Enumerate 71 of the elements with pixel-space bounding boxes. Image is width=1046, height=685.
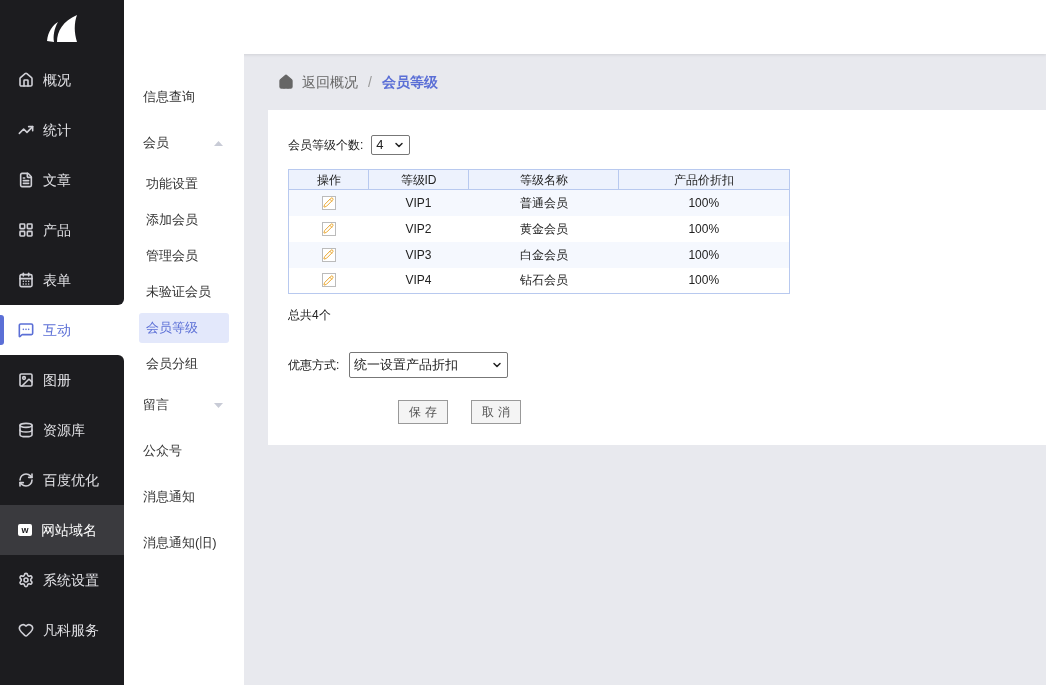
nav-item[interactable]: 百度优化 [0,455,124,505]
home-icon [18,72,34,88]
total-count: 总共4个 [288,307,332,324]
column-header: 产品价折扣 [674,172,734,187]
submenu-item[interactable]: 管理会员 [139,241,229,271]
table-cell: 钻石会员 [519,273,568,288]
pencil-icon [323,274,335,286]
heart-icon [18,622,34,638]
database-icon [18,422,34,438]
field-label: 优惠方式: [288,357,340,374]
back-link[interactable]: 返回概况 [302,71,358,93]
nav-item[interactable]: 表单 [0,255,124,305]
nav-item[interactable]: 统计 [0,105,124,155]
home-icon [278,74,294,90]
document-icon [18,172,34,188]
edit-button[interactable] [321,221,336,236]
nav-item[interactable]: 概况 [0,55,124,105]
column-header: 等级ID [400,172,437,187]
circular-arrows-icon [18,472,34,488]
submenu-group[interactable]: 留言 [139,382,229,428]
submenu-group[interactable]: 会员 [139,120,229,166]
column-header: 等级名称 [519,172,568,187]
count-select[interactable]: 4 [371,135,411,155]
calendar-icon [18,272,34,288]
nav-item[interactable]: 产品 [0,205,124,255]
grid-icon [18,222,34,238]
submenu-item[interactable]: 会员等级 [139,313,229,343]
submenu-item[interactable]: 添加会员 [139,205,229,235]
image-icon [18,372,34,388]
table-cell: VIP2 [405,221,432,236]
chat-icon [18,322,34,338]
field-label: 会员等级个数: [288,137,364,154]
column-header: 操作 [316,172,341,187]
nav-item[interactable]: w 网站域名 [0,505,124,555]
pencil-icon [323,197,335,209]
nav-item[interactable]: 资源库 [0,405,124,455]
table-cell: 黄金会员 [519,221,568,236]
form-button[interactable]: 保 存 [398,400,448,424]
submenu-item[interactable]: 功能设置 [139,169,229,199]
submenu-item[interactable]: 消息通知(旧) [139,520,229,566]
table-cell: 100% [688,273,720,288]
table-cell: 100% [688,247,720,262]
submenu-item[interactable]: 公众号 [139,428,229,474]
caret-down-icon [214,402,223,408]
breadcrumb-current: 会员等级 [381,72,438,92]
nav-item[interactable]: 文章 [0,155,124,205]
table-cell: 白金会员 [519,247,568,262]
table-cell: VIP4 [405,273,432,288]
submenu-item[interactable]: 未验证会员 [139,277,229,307]
form-button[interactable]: 取 消 [471,400,521,424]
submenu-item[interactable]: 会员分组 [139,349,229,379]
edit-button[interactable] [321,247,336,262]
caret-up-icon [214,140,223,146]
nav-item[interactable]: 系统设置 [0,555,124,605]
submenu-item[interactable]: 信息查询 [139,74,229,120]
table-cell: VIP1 [405,195,432,210]
pencil-icon [323,223,335,234]
submenu-item[interactable]: 消息通知 [139,474,229,520]
letter-icon: w [18,524,32,536]
breadcrumb-separator: / [368,72,372,92]
discount-mode-select[interactable]: 统一设置产品折扣 [349,352,509,378]
nav-item[interactable]: 凡科服务 [0,605,124,655]
pencil-icon [323,249,335,260]
table-cell: VIP3 [405,247,432,262]
table-cell: 普通会员 [519,195,568,210]
settings-icon [18,572,34,588]
table-cell: 100% [688,195,720,210]
nav-item[interactable]: 图册 [0,355,124,405]
table-cell: 100% [688,221,720,236]
edit-button[interactable] [321,195,336,210]
edit-button[interactable] [321,273,336,288]
